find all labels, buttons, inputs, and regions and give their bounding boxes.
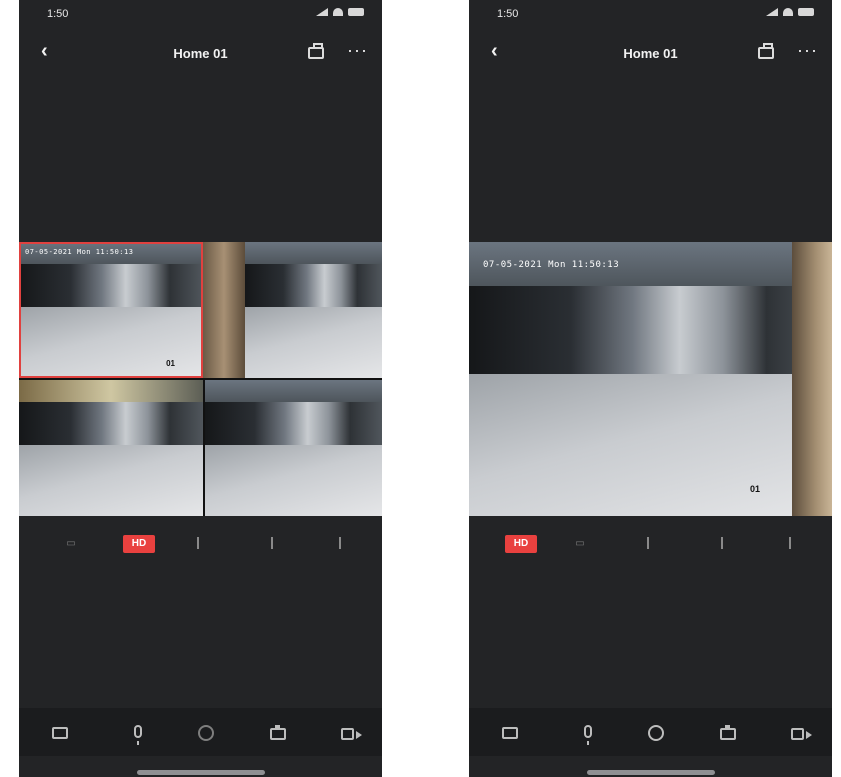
camera-osd-timestamp: 07-05-2021 Mon 11:50:13 [483, 260, 620, 270]
ptz-button[interactable] [195, 722, 217, 744]
camera-scene-cars [19, 401, 203, 451]
camera-scene-cars [205, 401, 382, 451]
ptz-icon [198, 725, 214, 741]
microphone-icon [134, 725, 142, 745]
more-options-button[interactable]: ··· [347, 40, 368, 61]
status-icons [766, 8, 814, 16]
hd-quality-button[interactable]: HD [505, 535, 537, 553]
wifi-icon [783, 8, 793, 16]
camera-tile-2[interactable] [245, 242, 382, 378]
camera-label: 01 [166, 359, 175, 368]
snapshot-icon [270, 725, 286, 740]
camera-scene-cars [245, 263, 382, 313]
bottom-toolbar [469, 708, 832, 756]
wifi-icon [333, 8, 343, 16]
talk-button[interactable] [127, 722, 149, 745]
camera-tile-1[interactable]: 07-05-2021 Mon 11:50:13 01 [19, 242, 203, 378]
status-icons [316, 8, 364, 16]
ptz-button[interactable] [645, 722, 667, 744]
camera-scene-ground [245, 307, 382, 378]
camera-tool-button[interactable] [499, 722, 521, 744]
top-nav: ‹ Home 01 ··· [19, 36, 382, 72]
camera-scene-ground [19, 445, 203, 516]
camera-grid: 07-05-2021 Mon 11:50:13 01 [19, 242, 382, 516]
camera-single-view: 07-05-2021 Mon 11:50:13 01 [469, 242, 832, 516]
home-indicator[interactable] [137, 770, 265, 775]
record-icon [341, 728, 362, 740]
bottom-toolbar [19, 708, 382, 756]
camera-scene-ground [19, 307, 203, 378]
status-bar: 1:50 [19, 0, 382, 28]
camera-tile-main[interactable]: 07-05-2021 Mon 11:50:13 01 [469, 242, 832, 516]
more-options-button[interactable]: ··· [797, 40, 818, 61]
camera-scene-wall [203, 242, 245, 378]
phone-screen-single: 1:50 ‹ Home 01 ··· 07-05-2021 Mon 11:50:… [469, 0, 832, 777]
camera-osd-timestamp: 07-05-2021 Mon 11:50:13 [25, 248, 134, 256]
playback-controls: HD ▭ [469, 531, 832, 557]
camera-scene-post [792, 242, 832, 516]
snapshot-button[interactable] [717, 722, 739, 744]
snapshot-icon [720, 725, 736, 740]
split-view-button[interactable] [633, 535, 663, 553]
audio-button[interactable] [707, 535, 737, 553]
record-icon [791, 728, 812, 740]
talk-button[interactable] [577, 722, 599, 745]
audio-button[interactable] [257, 535, 287, 553]
camera-icon [502, 727, 518, 739]
cast-icon[interactable] [758, 43, 774, 59]
status-time: 1:50 [47, 8, 69, 20]
play-pause-button[interactable]: ▭ [59, 535, 83, 553]
camera-scene-ground [205, 445, 382, 516]
status-time: 1:50 [497, 8, 519, 20]
camera-scene-ground [469, 373, 832, 516]
status-bar: 1:50 [469, 0, 832, 28]
camera-scene-cars [469, 285, 832, 385]
cast-icon[interactable] [308, 43, 324, 59]
battery-icon [798, 8, 814, 16]
camera-icon [52, 727, 68, 739]
camera-tool-button[interactable] [49, 722, 71, 744]
signal-icon [766, 8, 778, 16]
hd-quality-button[interactable]: HD [123, 535, 155, 553]
fullscreen-button[interactable] [775, 535, 805, 553]
camera-label: 01 [749, 484, 760, 494]
page-title: Home 01 [623, 46, 678, 61]
page-title: Home 01 [173, 46, 228, 61]
camera-tile-4[interactable] [205, 380, 382, 516]
microphone-icon [584, 725, 592, 745]
playback-controls: ▭ HD [19, 531, 382, 557]
battery-icon [348, 8, 364, 16]
fullscreen-button[interactable] [325, 535, 355, 553]
split-view-button[interactable] [183, 535, 213, 553]
phone-screen-grid: 1:50 ‹ Home 01 ··· 07-05-2021 Mon 11:50:… [19, 0, 382, 777]
home-indicator[interactable] [587, 770, 715, 775]
stream-button[interactable]: ▭ [565, 535, 595, 553]
camera-scene-cars [19, 263, 203, 313]
top-nav: ‹ Home 01 ··· [469, 36, 832, 72]
record-button[interactable] [339, 722, 362, 744]
ptz-icon [648, 725, 664, 741]
snapshot-button[interactable] [267, 722, 289, 744]
camera-tile-3[interactable] [19, 380, 203, 516]
signal-icon [316, 8, 328, 16]
record-button[interactable] [789, 722, 812, 744]
